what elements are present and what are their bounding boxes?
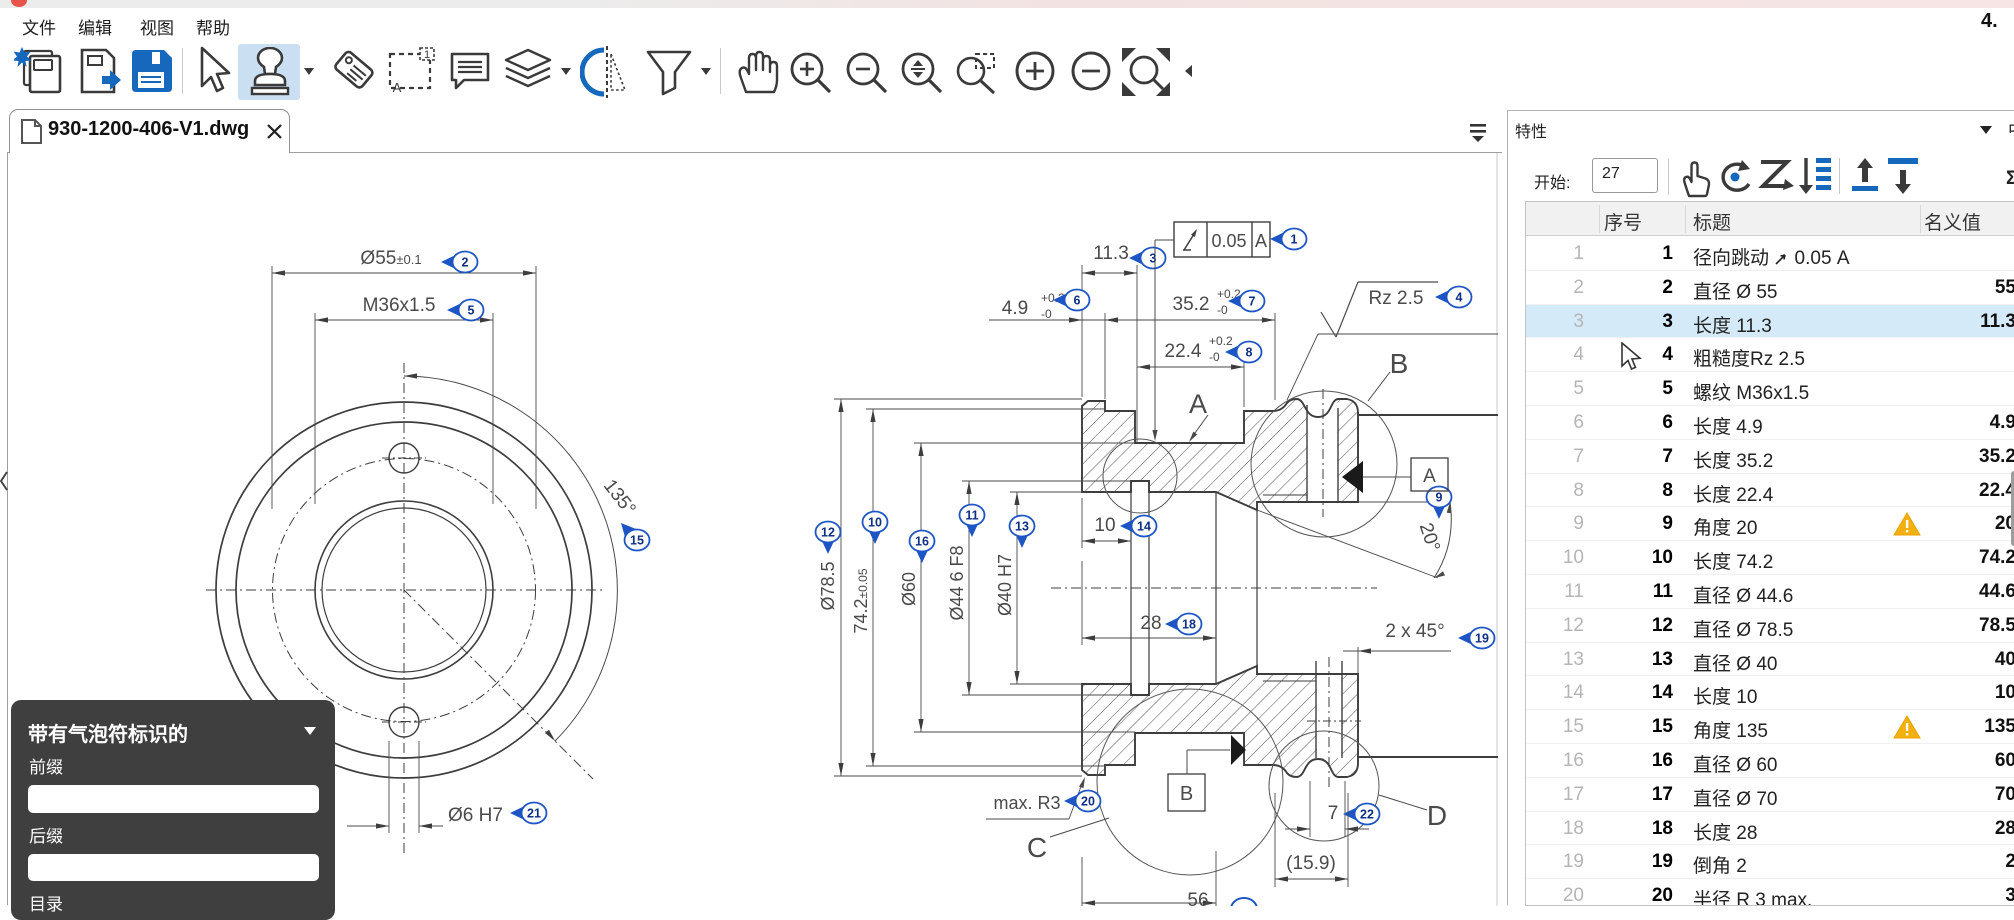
svg-text:11.3: 11.3 bbox=[1093, 243, 1129, 264]
svg-text:7: 7 bbox=[1328, 803, 1339, 824]
svg-text:Ø78.5: Ø78.5 bbox=[818, 561, 838, 610]
svg-text:16: 16 bbox=[915, 535, 929, 549]
svg-text:10: 10 bbox=[1094, 515, 1115, 536]
svg-text:22: 22 bbox=[1360, 808, 1374, 822]
svg-text:18: 18 bbox=[1182, 618, 1196, 632]
svg-text:7: 7 bbox=[1249, 295, 1256, 309]
svg-text:1: 1 bbox=[424, 49, 430, 61]
svg-text:10: 10 bbox=[868, 516, 882, 530]
svg-text:-0: -0 bbox=[1209, 350, 1220, 364]
svg-text:Ø44 6 F8: Ø44 6 F8 bbox=[947, 545, 967, 620]
svg-text:28: 28 bbox=[1140, 613, 1161, 634]
svg-text:8: 8 bbox=[1246, 346, 1253, 360]
svg-text:B: B bbox=[1180, 783, 1193, 805]
svg-text:19: 19 bbox=[1475, 632, 1489, 646]
svg-text:56: 56 bbox=[1187, 890, 1208, 906]
svg-text:A: A bbox=[1423, 466, 1436, 487]
svg-text:Ø6 H7: Ø6 H7 bbox=[448, 805, 503, 826]
svg-text:M36x1.5: M36x1.5 bbox=[363, 295, 436, 316]
svg-text:Rz 2.5: Rz 2.5 bbox=[1369, 288, 1424, 309]
svg-text:5: 5 bbox=[468, 304, 475, 318]
svg-text:-0: -0 bbox=[1041, 307, 1052, 321]
svg-text:A: A bbox=[1189, 389, 1207, 419]
svg-text:(15.9): (15.9) bbox=[1286, 853, 1336, 874]
svg-text:B: B bbox=[1390, 348, 1409, 379]
svg-text:21: 21 bbox=[527, 807, 541, 821]
svg-text:9: 9 bbox=[1436, 491, 1443, 505]
svg-text:14: 14 bbox=[1137, 520, 1151, 534]
svg-text:C: C bbox=[1027, 832, 1047, 863]
svg-text:11: 11 bbox=[965, 509, 978, 523]
svg-text:35.2: 35.2 bbox=[1173, 294, 1210, 315]
svg-text:A: A bbox=[1255, 231, 1267, 251]
svg-text:A: A bbox=[393, 80, 402, 95]
svg-text:D: D bbox=[1427, 800, 1447, 831]
svg-text:12: 12 bbox=[821, 526, 835, 540]
svg-text:2: 2 bbox=[462, 256, 469, 270]
svg-text:2 x 45°: 2 x 45° bbox=[1385, 621, 1444, 642]
svg-text:13: 13 bbox=[1015, 520, 1029, 534]
svg-text:22.4: 22.4 bbox=[1165, 341, 1202, 362]
svg-text:Ø60: Ø60 bbox=[899, 572, 919, 606]
svg-text:15: 15 bbox=[630, 534, 644, 548]
svg-text:4: 4 bbox=[1456, 291, 1463, 305]
svg-text:+0.2: +0.2 bbox=[1209, 334, 1233, 348]
svg-text:4.9: 4.9 bbox=[1002, 298, 1028, 319]
svg-text:0.05: 0.05 bbox=[1211, 231, 1246, 251]
svg-text:1: 1 bbox=[1291, 233, 1298, 247]
svg-text:max. R3: max. R3 bbox=[993, 793, 1060, 813]
svg-text:Ø55±0.1: Ø55±0.1 bbox=[360, 248, 421, 269]
svg-text:Ø40 H7: Ø40 H7 bbox=[995, 554, 1015, 616]
svg-text:20: 20 bbox=[1081, 795, 1095, 809]
svg-text:6: 6 bbox=[1074, 294, 1081, 308]
svg-text:-0: -0 bbox=[1217, 303, 1228, 317]
